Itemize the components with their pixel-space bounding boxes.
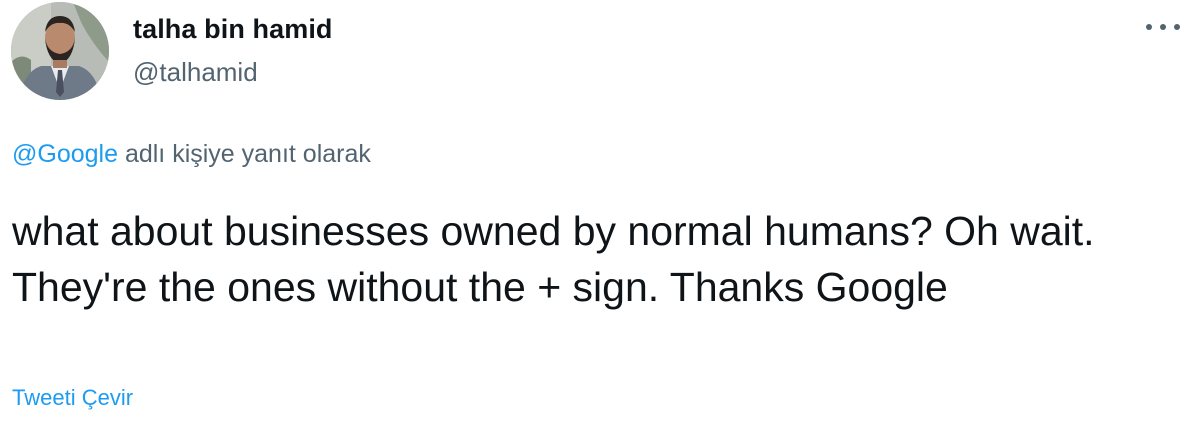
avatar[interactable]: [11, 2, 109, 100]
tweet-text: what about businesses owned by normal hu…: [12, 208, 1095, 310]
translate-tweet-link[interactable]: Tweeti Çevir: [12, 385, 133, 411]
more-options-button[interactable]: [1143, 15, 1183, 39]
reply-context-text: adlı kişiye yanıt olarak: [118, 140, 371, 168]
profile-photo-icon: [11, 2, 109, 100]
user-handle[interactable]: @talhamid: [133, 57, 258, 88]
tweet-card: talha bin hamid @talhamid @Google adlı k…: [0, 0, 1200, 426]
reply-context: @Google adlı kişiye yanıt olarak: [12, 140, 371, 169]
reply-mention-link[interactable]: @Google: [12, 140, 118, 168]
display-name[interactable]: talha bin hamid: [133, 14, 333, 45]
